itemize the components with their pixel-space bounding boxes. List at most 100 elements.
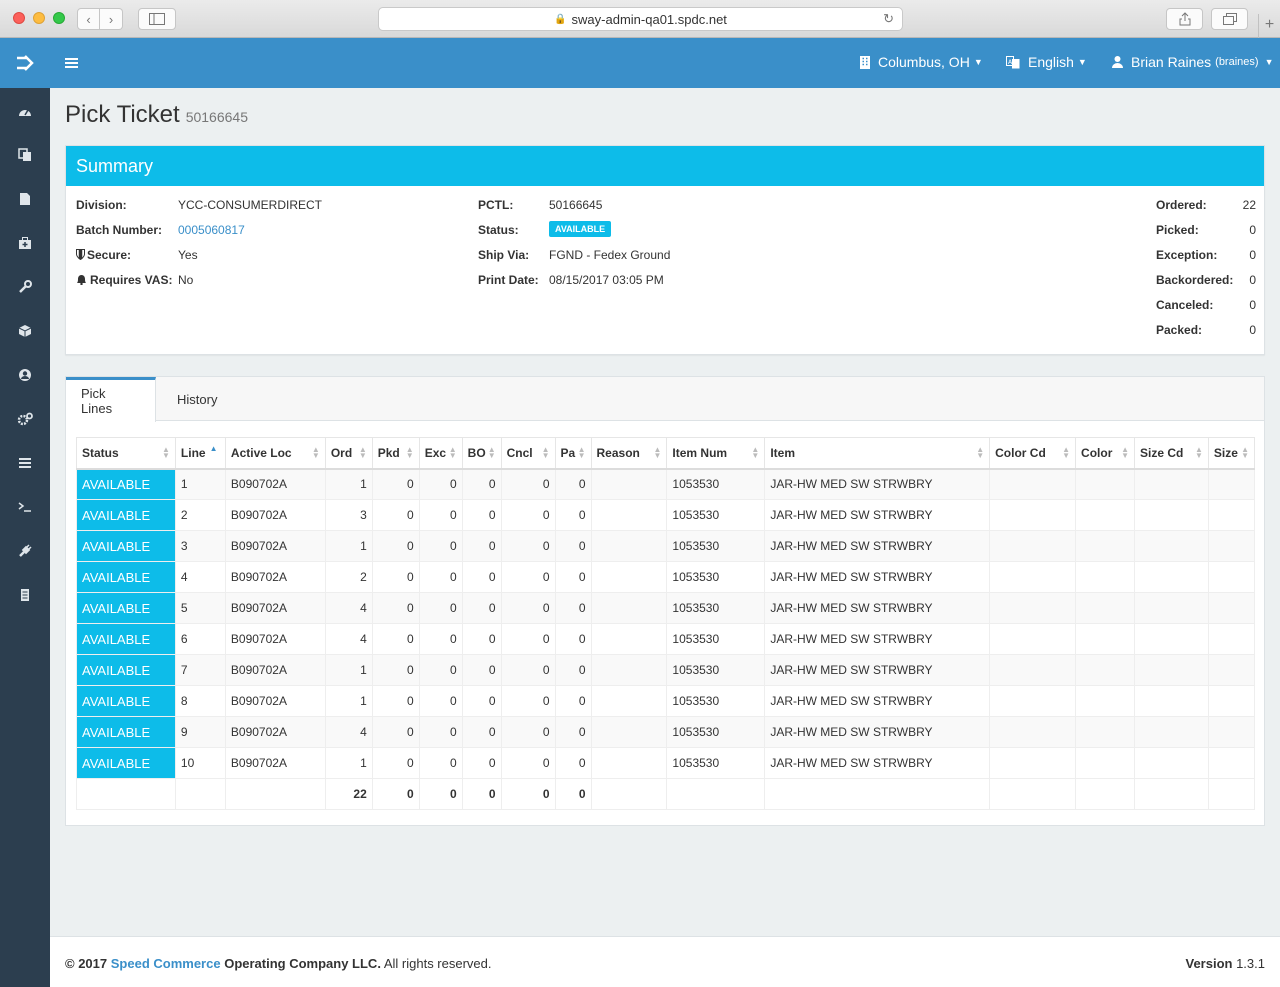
cell-active-loc: B090702A — [224, 468, 326, 500]
column-header-pkd[interactable]: Pkd ▲ ▼ — [371, 437, 420, 470]
column-header-label: Size — [1213, 445, 1238, 460]
sidebar-item-dashboard[interactable] — [0, 89, 50, 133]
cell-ord: 3 — [324, 499, 373, 531]
table-row[interactable]: AVAILABLE 9 B090702A 4 0 0 0 0 0 1053530 JAR-HW ME… — [76, 716, 1256, 748]
sidebar-item-copy[interactable] — [0, 133, 50, 177]
cell-color — [1075, 747, 1135, 779]
column-header-status[interactable]: Status ▲ ▼ — [76, 437, 176, 470]
column-header-line[interactable]: Line ▲ — [174, 437, 226, 470]
sidebar-item-products[interactable] — [0, 309, 50, 353]
cell-item: JAR-HW MED SW STRWBRY — [764, 561, 991, 593]
sidebar-item-tools[interactable] — [0, 265, 50, 309]
sidebar-toggle-button[interactable] — [138, 8, 176, 30]
cell-item: JAR-HW MED SW STRWBRY — [764, 623, 991, 655]
total-cell — [989, 778, 1077, 810]
pctl-value: 50166645 — [549, 198, 603, 212]
column-header-exc[interactable]: Exc ▲ ▼ — [418, 437, 463, 470]
tab-pick-lines[interactable]: Pick Lines — [66, 377, 156, 422]
tabs-overview-button[interactable] — [1211, 8, 1248, 30]
minimize-window-button[interactable] — [33, 12, 45, 24]
zoom-window-button[interactable] — [53, 12, 65, 24]
total-cell: 0 — [554, 778, 592, 810]
cell-status: AVAILABLE — [76, 654, 176, 686]
sidebar-item-terminal[interactable] — [0, 485, 50, 529]
reload-icon[interactable]: ↻ — [883, 11, 894, 27]
language-dropdown[interactable]: A English ▼ — [1006, 54, 1087, 70]
tab-history[interactable]: History — [162, 377, 232, 421]
column-header-bo[interactable]: BO ▲ ▼ — [461, 437, 502, 470]
column-header-pa[interactable]: Pa ▲ ▼ — [554, 437, 592, 470]
table-row[interactable]: AVAILABLE 5 B090702A 4 0 0 0 0 0 1053530 JAR-HW ME… — [76, 592, 1256, 624]
sidebar-item-documents[interactable] — [0, 177, 50, 221]
column-header-color[interactable]: Color ▲ ▼ — [1075, 437, 1135, 470]
total-cell: 0 — [461, 778, 502, 810]
column-header-label: Status — [82, 445, 119, 460]
sort-asc-icon: ▲ — [209, 443, 218, 453]
column-header-size-cd[interactable]: Size Cd ▲ ▼ — [1133, 437, 1209, 470]
sidebar — [0, 38, 50, 987]
file-icon — [20, 193, 30, 205]
back-button[interactable]: ‹ — [77, 8, 100, 30]
sidebar-item-integrations[interactable] — [0, 529, 50, 573]
column-header-cncl[interactable]: Cncl ▲ ▼ — [500, 437, 556, 470]
batch-number-link[interactable]: 0005060817 — [178, 223, 245, 237]
sidebar-item-list[interactable] — [0, 441, 50, 485]
column-header-color-cd[interactable]: Color Cd ▲ ▼ — [989, 437, 1077, 470]
close-window-button[interactable] — [13, 12, 25, 24]
cell-size-cd — [1133, 530, 1209, 562]
table-row[interactable]: AVAILABLE 4 B090702A 2 0 0 0 0 0 1053530 JAR-HW ME… — [76, 561, 1256, 593]
column-header-reason[interactable]: Reason ▲ ▼ — [590, 437, 668, 470]
column-header-ord[interactable]: Ord ▲ ▼ — [324, 437, 373, 470]
backordered-value: 0 — [1249, 273, 1256, 287]
forward-button[interactable]: › — [100, 8, 123, 30]
column-header-label: Active Loc — [230, 445, 292, 460]
caret-down-icon: ▼ — [973, 57, 983, 67]
cell-item: JAR-HW MED SW STRWBRY — [764, 716, 991, 748]
sidebar-item-medkit[interactable] — [0, 221, 50, 265]
summary-heading: Summary — [66, 146, 1264, 186]
user-dropdown[interactable]: Brian Raines (braines) ▼ — [1112, 54, 1273, 70]
cell-pa: 0 — [554, 592, 592, 624]
cell-reason — [590, 592, 668, 624]
cell-color-cd — [989, 530, 1077, 562]
table-row[interactable]: AVAILABLE 8 B090702A 1 0 0 0 0 0 1053530 JAR-HW ME… — [76, 685, 1256, 717]
cell-color-cd — [989, 685, 1077, 717]
column-header-active-loc[interactable]: Active Loc ▲ ▼ — [224, 437, 326, 470]
column-header-item-num[interactable]: Item Num ▲ ▼ — [666, 437, 766, 470]
column-header-label: Color Cd — [995, 445, 1046, 460]
table-row[interactable]: AVAILABLE 3 B090702A 1 0 0 0 0 0 1053530 JAR-HW ME… — [76, 530, 1256, 562]
cell-exc: 0 — [418, 592, 463, 624]
totals-row: 22 0 0 0 0 0 — [76, 778, 1256, 810]
location-dropdown[interactable]: Columbus, OH ▼ — [860, 54, 983, 70]
cell-ord: 2 — [324, 561, 373, 593]
table-row[interactable]: AVAILABLE 1 B090702A 1 0 0 0 0 0 1053530 JAR-HW ME… — [76, 468, 1256, 500]
batch-number-label: Batch Number: — [76, 223, 163, 237]
table-row[interactable]: AVAILABLE 6 B090702A 4 0 0 0 0 0 1053530 JAR-HW ME… — [76, 623, 1256, 655]
total-cell: 0 — [418, 778, 463, 810]
sidebar-item-servers[interactable] — [0, 573, 50, 617]
total-cell — [1207, 778, 1256, 810]
new-tab-button[interactable]: + — [1258, 14, 1280, 38]
cell-color — [1075, 530, 1135, 562]
cell-pa: 0 — [554, 685, 592, 717]
table-row[interactable]: AVAILABLE 10 B090702A 1 0 0 0 0 0 1053530 JAR-HW M… — [76, 747, 1256, 779]
cell-size — [1207, 499, 1256, 531]
column-header-size[interactable]: Size ▲ ▼ — [1207, 437, 1256, 470]
address-bar[interactable]: 🔒 sway-admin-qa01.spdc.net ↻ — [378, 7, 903, 31]
sidebar-item-settings[interactable] — [0, 397, 50, 441]
sort-icon: ▲ ▼ — [976, 445, 985, 460]
table-row[interactable]: AVAILABLE 2 B090702A 3 0 0 0 0 0 1053530 JAR-HW ME… — [76, 499, 1256, 531]
column-header-item[interactable]: Item ▲ ▼ — [764, 437, 991, 470]
cell-pkd: 0 — [371, 654, 420, 686]
brand-logo[interactable] — [0, 38, 50, 88]
cell-item-num: 1053530 — [666, 530, 766, 562]
cell-exc: 0 — [418, 747, 463, 779]
sidebar-item-users[interactable] — [0, 353, 50, 397]
cell-exc: 0 — [418, 685, 463, 717]
menu-toggle-button[interactable] — [65, 54, 78, 72]
lock-icon: 🔒 — [554, 13, 567, 25]
share-button[interactable] — [1166, 8, 1203, 30]
table-row[interactable]: AVAILABLE 7 B090702A 1 0 0 0 0 0 1053530 JAR-HW ME… — [76, 654, 1256, 686]
company-link[interactable]: Speed Commerce — [111, 956, 221, 971]
user-circle-icon — [19, 369, 31, 381]
